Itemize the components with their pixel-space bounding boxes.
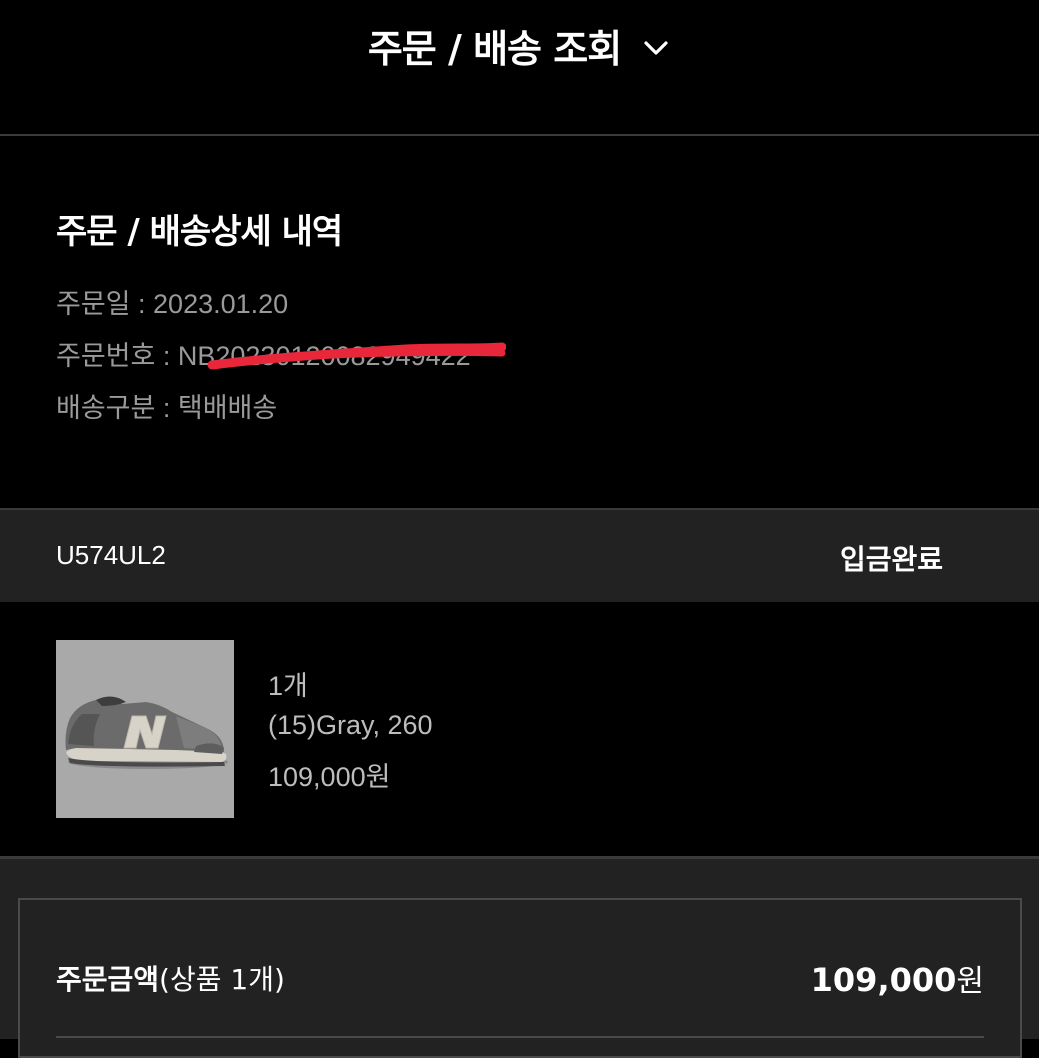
currency-unit: 원 xyxy=(956,964,984,999)
order-number-value: NB20230120082949422 xyxy=(177,341,471,371)
order-detail-section: 주문 / 배송상세 내역 주문일 : 2023.01.20 주문번호 : NB2… xyxy=(0,138,1039,508)
order-total-box: 주문금액(상품 1개) 109,000원 xyxy=(18,898,1022,1058)
product-item[interactable]: 1개 (15)Gray, 260 109,000원 xyxy=(0,602,1039,856)
divider xyxy=(56,1036,984,1038)
product-price: 109,000원 xyxy=(268,762,391,792)
order-total-amount-row: 109,000원 xyxy=(811,956,984,1000)
shipping-type-label: 배송구분 : xyxy=(56,393,178,423)
detail-title: 주문 / 배송상세 내역 xyxy=(56,212,343,252)
shipping-type-row: 배송구분 : 택배배송 xyxy=(56,386,277,425)
order-total-item-count: (상품 1개) xyxy=(159,963,285,996)
order-date-value: 2023.01.20 xyxy=(153,289,289,319)
order-date-label: 주문일 : xyxy=(56,289,154,319)
order-lookup-dropdown[interactable]: 주문 / 배송 조회 xyxy=(368,18,671,73)
order-total-label-row: 주문금액(상품 1개) xyxy=(56,958,285,998)
product-quantity: 1개 xyxy=(268,671,308,701)
order-date-row: 주문일 : 2023.01.20 xyxy=(56,282,288,321)
order-total-label: 주문금액 xyxy=(56,963,160,996)
chevron-down-icon xyxy=(644,40,668,55)
product-color-size: (15)Gray, 260 xyxy=(268,710,433,740)
order-number-row: 주문번호 : NB20230120082949422 xyxy=(56,334,506,373)
order-number-label: 주문번호 : xyxy=(56,341,178,371)
page-header: 주문 / 배송 조회 xyxy=(0,0,1039,136)
product-code: U574UL2 xyxy=(56,540,166,570)
order-total-amount: 109,000 xyxy=(810,961,957,999)
status-badge: 입금완료 xyxy=(839,543,943,576)
order-number-wrap: NB20230120082949422 xyxy=(177,341,506,372)
product-thumbnail[interactable] xyxy=(56,640,234,818)
shipping-type-value: 택배배송 xyxy=(177,393,278,423)
page-title: 주문 / 배송 조회 xyxy=(367,27,622,71)
sneaker-image xyxy=(56,640,234,818)
order-status-bar: U574UL2 입금완료 xyxy=(0,508,1039,602)
